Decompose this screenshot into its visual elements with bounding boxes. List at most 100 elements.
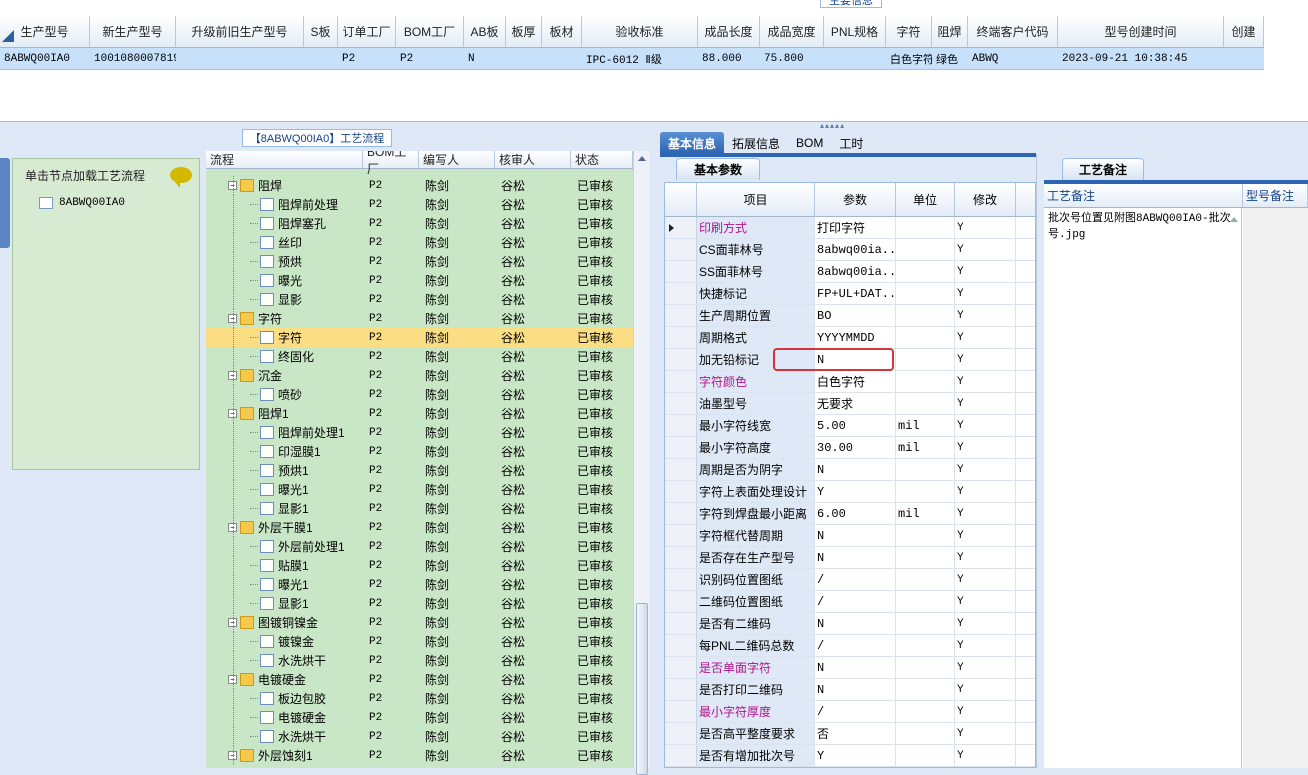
column-header[interactable]: BOM工厂	[396, 16, 464, 47]
row-header[interactable]	[665, 635, 697, 656]
tree-row[interactable]: 阻焊塞孔 P2 陈剑 谷松 已审核	[206, 214, 633, 233]
row-header[interactable]	[665, 701, 697, 722]
param-cell-unit[interactable]	[896, 613, 955, 634]
param-column-header[interactable]: 单位	[896, 183, 955, 216]
param-cell-mod[interactable]: Y	[955, 723, 1016, 744]
row-header[interactable]	[665, 481, 697, 502]
row-cell[interactable]	[176, 48, 304, 69]
tree-row[interactable]: 喷砂 P2 陈剑 谷松 已审核	[206, 385, 633, 404]
param-cell-value[interactable]: BO	[815, 305, 896, 326]
row-header[interactable]	[665, 723, 697, 744]
column-header[interactable]: 板材	[542, 16, 582, 47]
param-cell-mod[interactable]: Y	[955, 327, 1016, 348]
tree-column-header[interactable]: 编写人	[419, 151, 495, 168]
column-header[interactable]: 字符	[886, 16, 932, 47]
row-cell[interactable]: 75.800	[760, 48, 824, 69]
tree-row[interactable]: 电镀硬金 P2 陈剑 谷松 已审核	[206, 708, 633, 727]
row-cell[interactable]	[304, 48, 338, 69]
param-cell-value[interactable]: N	[815, 525, 896, 546]
column-header[interactable]: 订单工厂	[338, 16, 396, 47]
param-cell-value[interactable]: 8abwq00ia...	[815, 239, 896, 260]
tree-column-header[interactable]: 流程	[206, 151, 363, 168]
row-header[interactable]	[665, 745, 697, 766]
row-header[interactable]	[665, 217, 697, 238]
param-row[interactable]: 周期是否为阴字 N Y	[665, 459, 1035, 481]
row-cell[interactable]: N	[464, 48, 506, 69]
tree-row[interactable]: 阻焊前处理 P2 陈剑 谷松 已审核	[206, 195, 633, 214]
tree-row[interactable]: − 电镀硬金 P2 陈剑 谷松 已审核	[206, 670, 633, 689]
tree-row[interactable]: 水洗烘干 P2 陈剑 谷松 已审核	[206, 651, 633, 670]
row-header[interactable]	[665, 393, 697, 414]
param-column-header[interactable]: 修改	[955, 183, 1016, 216]
row-cell[interactable]: 白色字符	[886, 48, 932, 69]
param-cell-unit[interactable]	[896, 745, 955, 766]
column-header[interactable]: 成品宽度	[760, 16, 824, 47]
main-info-row[interactable]: 8ABWQ00IA010010800078193P2P2NIPC-6012 Ⅱ级…	[0, 48, 1264, 70]
tree-row[interactable]: 板边包胶 P2 陈剑 谷松 已审核	[206, 689, 633, 708]
param-cell-value[interactable]: N	[815, 679, 896, 700]
param-cell-mod[interactable]: Y	[955, 393, 1016, 414]
row-header[interactable]	[665, 371, 697, 392]
remark-col-model[interactable]: 型号备注	[1243, 184, 1308, 207]
model-remark-cell[interactable]	[1243, 208, 1308, 768]
row-header[interactable]	[665, 327, 697, 348]
row-cell[interactable]	[506, 48, 542, 69]
param-cell-mod[interactable]: Y	[955, 371, 1016, 392]
param-row[interactable]: 最小字符高度 30.00 mil Y	[665, 437, 1035, 459]
column-header[interactable]: 新生产型号	[90, 16, 176, 47]
tree-row[interactable]: 预烘 P2 陈剑 谷松 已审核	[206, 252, 633, 271]
param-cell-value[interactable]: N	[815, 657, 896, 678]
param-cell-unit[interactable]	[896, 459, 955, 480]
param-cell-mod[interactable]: Y	[955, 635, 1016, 656]
row-cell[interactable]	[542, 48, 582, 69]
tree-row[interactable]: − 外层蚀刻1 P2 陈剑 谷松 已审核	[206, 746, 633, 765]
param-row[interactable]: 最小字符线宽 5.00 mil Y	[665, 415, 1035, 437]
param-cell-unit[interactable]: mil	[896, 503, 955, 524]
row-header[interactable]	[665, 503, 697, 524]
param-cell-value[interactable]: /	[815, 635, 896, 656]
param-cell-value[interactable]: 30.00	[815, 437, 896, 458]
remark-col-process[interactable]: 工艺备注	[1044, 184, 1243, 207]
scroll-up-icon[interactable]	[638, 156, 646, 161]
param-row[interactable]: 是否有增加批次号 Y Y	[665, 745, 1035, 767]
param-cell-value[interactable]: Y	[815, 745, 896, 766]
param-cell-mod[interactable]: Y	[955, 415, 1016, 436]
row-header[interactable]	[665, 459, 697, 480]
tree-row[interactable]: 贴膜1 P2 陈剑 谷松 已审核	[206, 556, 633, 575]
param-cell-unit[interactable]	[896, 657, 955, 678]
param-row[interactable]: 是否打印二维码 N Y	[665, 679, 1035, 701]
param-row[interactable]: 字符上表面处理设计 Y Y	[665, 481, 1035, 503]
param-cell-value[interactable]: YYYYMMDD	[815, 327, 896, 348]
tree-row[interactable]: − 阻焊1 P2 陈剑 谷松 已审核	[206, 404, 633, 423]
tree-node-root[interactable]: 8ABWQ00IA0	[39, 197, 125, 209]
param-cell-unit[interactable]	[896, 239, 955, 260]
param-cell-value[interactable]: Y	[815, 481, 896, 502]
column-header[interactable]: PNL规格	[824, 16, 886, 47]
row-cell[interactable]: P2	[338, 48, 396, 69]
param-row[interactable]: 字符到焊盘最小距离 6.00 mil Y	[665, 503, 1035, 525]
param-cell-value[interactable]: N	[815, 613, 896, 634]
tree-row[interactable]: 曝光1 P2 陈剑 谷松 已审核	[206, 480, 633, 499]
param-row[interactable]: 识别码位置图纸 / Y	[665, 569, 1035, 591]
param-cell-mod[interactable]: Y	[955, 591, 1016, 612]
tree-row[interactable]: 预烘1 P2 陈剑 谷松 已审核	[206, 461, 633, 480]
row-header[interactable]	[665, 437, 697, 458]
row-header[interactable]	[665, 283, 697, 304]
vertical-splitter[interactable]	[1036, 154, 1042, 768]
row-header[interactable]	[665, 349, 697, 370]
column-header[interactable]: 升级前旧生产型号	[176, 16, 304, 47]
param-cell-value[interactable]: 6.00	[815, 503, 896, 524]
tree-row[interactable]: 显影1 P2 陈剑 谷松 已审核	[206, 594, 633, 613]
row-cell[interactable]: ABWQ	[968, 48, 1058, 69]
tree-row[interactable]: − 外层干膜1 P2 陈剑 谷松 已审核	[206, 518, 633, 537]
remark-scroll-up-icon[interactable]	[1230, 214, 1238, 222]
row-cell[interactable]: IPC-6012 Ⅱ级	[582, 48, 698, 69]
row-cell[interactable]: 绿色	[932, 48, 968, 69]
row-header[interactable]	[665, 239, 697, 260]
sort-corner-icon[interactable]	[2, 30, 14, 42]
column-header[interactable]: S板	[304, 16, 338, 47]
tree-row[interactable]: 印湿膜1 P2 陈剑 谷松 已审核	[206, 442, 633, 461]
row-cell[interactable]: P2	[396, 48, 464, 69]
param-cell-value[interactable]: N	[815, 459, 896, 480]
tree-row[interactable]: 终固化 P2 陈剑 谷松 已审核	[206, 347, 633, 366]
